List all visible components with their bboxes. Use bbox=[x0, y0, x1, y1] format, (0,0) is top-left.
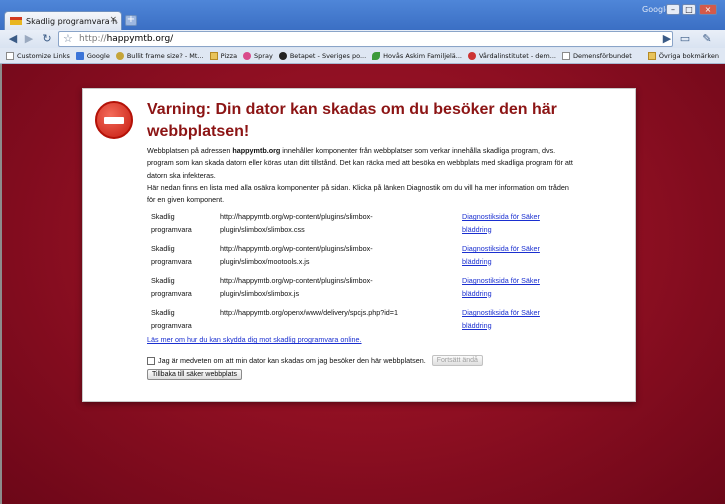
page-content: Varning: Din dator kan skadas om du besö… bbox=[0, 64, 725, 504]
title-bar: Skadlig programvara har u... × + Google … bbox=[0, 0, 725, 30]
bookmark-item[interactable]: Google bbox=[75, 51, 110, 60]
bookmark-item[interactable]: Bullit frame size? - Mt... bbox=[115, 51, 204, 60]
browser-tab[interactable]: Skadlig programvara har u... × bbox=[4, 11, 122, 30]
diagnostic-link[interactable]: Diagnostiksida för Säker bläddring bbox=[462, 275, 562, 300]
bookmark-item[interactable]: Vårdalinstitutet - dem... bbox=[467, 51, 556, 60]
page-menu-icon[interactable]: ▭ bbox=[678, 32, 692, 46]
go-icon[interactable]: ▶ bbox=[660, 32, 674, 46]
bookmark-item[interactable]: Customize Links bbox=[6, 51, 70, 60]
bullit-icon bbox=[115, 51, 124, 60]
site-name: happymtb.org bbox=[232, 146, 281, 155]
bookmark-item[interactable]: Hovås Askim Familjelä... bbox=[372, 51, 462, 60]
diagnostic-link[interactable]: Diagnostiksida för Säker bläddring bbox=[462, 307, 562, 332]
maximize-button[interactable]: □ bbox=[682, 4, 696, 15]
components-table: Skadlig programvara http://happymtb.org/… bbox=[151, 211, 571, 339]
address-bar[interactable]: ☆ http://happymtb.org/ bbox=[58, 31, 673, 47]
back-arrow-icon[interactable]: ◀ bbox=[6, 32, 20, 46]
diagnostic-link[interactable]: Diagnostiksida för Säker bläddring bbox=[462, 243, 562, 268]
bookmark-item[interactable]: Demensförbundet bbox=[561, 51, 632, 60]
warning-favicon-icon bbox=[10, 17, 22, 25]
warning-description: Webbplatsen på adressen happymtb.org inn… bbox=[147, 146, 573, 205]
confirm-row: Jag är medveten om att min dator kan ska… bbox=[147, 355, 483, 366]
folder-icon bbox=[209, 51, 218, 60]
page-icon bbox=[6, 51, 14, 60]
confirm-label: Jag är medveten om att min dator kan ska… bbox=[158, 356, 426, 365]
continue-anyway-button[interactable]: Fortsätt ändå bbox=[431, 355, 483, 366]
other-bookmarks[interactable]: Övriga bokmärken bbox=[647, 51, 719, 60]
table-row: Skadlig programvara http://happymtb.org/… bbox=[151, 275, 571, 307]
reload-icon[interactable]: ↻ bbox=[40, 32, 54, 46]
bookmark-item[interactable]: Pizza bbox=[209, 51, 237, 60]
betapet-icon bbox=[278, 51, 287, 60]
table-row: Skadlig programvara http://happymtb.org/… bbox=[151, 211, 571, 243]
bookmark-star-icon[interactable]: ☆ bbox=[63, 32, 73, 45]
forward-arrow-icon[interactable]: ▶ bbox=[22, 32, 36, 46]
pin-icon bbox=[467, 51, 476, 60]
new-tab-button[interactable]: + bbox=[125, 15, 137, 26]
back-to-safety-button[interactable]: Tillbaka till säker webbplats bbox=[147, 369, 242, 380]
folder-icon bbox=[647, 51, 656, 60]
leaf-icon bbox=[372, 51, 381, 60]
bookmark-item[interactable]: Spray bbox=[243, 51, 273, 60]
stop-icon bbox=[95, 101, 133, 139]
bookmarks-bar: Customize Links Google Bullit frame size… bbox=[0, 48, 725, 64]
diagnostic-link[interactable]: Diagnostiksida för Säker bläddring bbox=[462, 211, 562, 236]
close-window-button[interactable]: × bbox=[699, 4, 717, 15]
url-text: http://happymtb.org/ bbox=[79, 34, 174, 44]
google-icon bbox=[75, 51, 84, 60]
navigation-toolbar: ◀ ▶ ↻ ☆ http://happymtb.org/ ▶ ▭ ✎ bbox=[0, 30, 725, 48]
minimize-button[interactable]: – bbox=[666, 4, 680, 15]
warning-heading: Varning: Din dator kan skadas om du besö… bbox=[147, 101, 557, 140]
page-icon bbox=[561, 51, 570, 60]
spray-icon bbox=[243, 51, 252, 60]
learn-more-link[interactable]: Läs mer om hur du kan skydda dig mot ska… bbox=[147, 335, 362, 344]
confirm-checkbox[interactable] bbox=[147, 356, 155, 365]
table-row: Skadlig programvara http://happymtb.org/… bbox=[151, 243, 571, 275]
wrench-icon[interactable]: ✎ bbox=[700, 32, 714, 46]
tab-title: Skadlig programvara har u... bbox=[26, 16, 118, 26]
malware-warning-box: Varning: Din dator kan skadas om du besö… bbox=[82, 88, 636, 402]
bookmark-item[interactable]: Betapet - Sveriges po... bbox=[278, 51, 366, 60]
tab-close-icon[interactable]: × bbox=[109, 15, 117, 25]
